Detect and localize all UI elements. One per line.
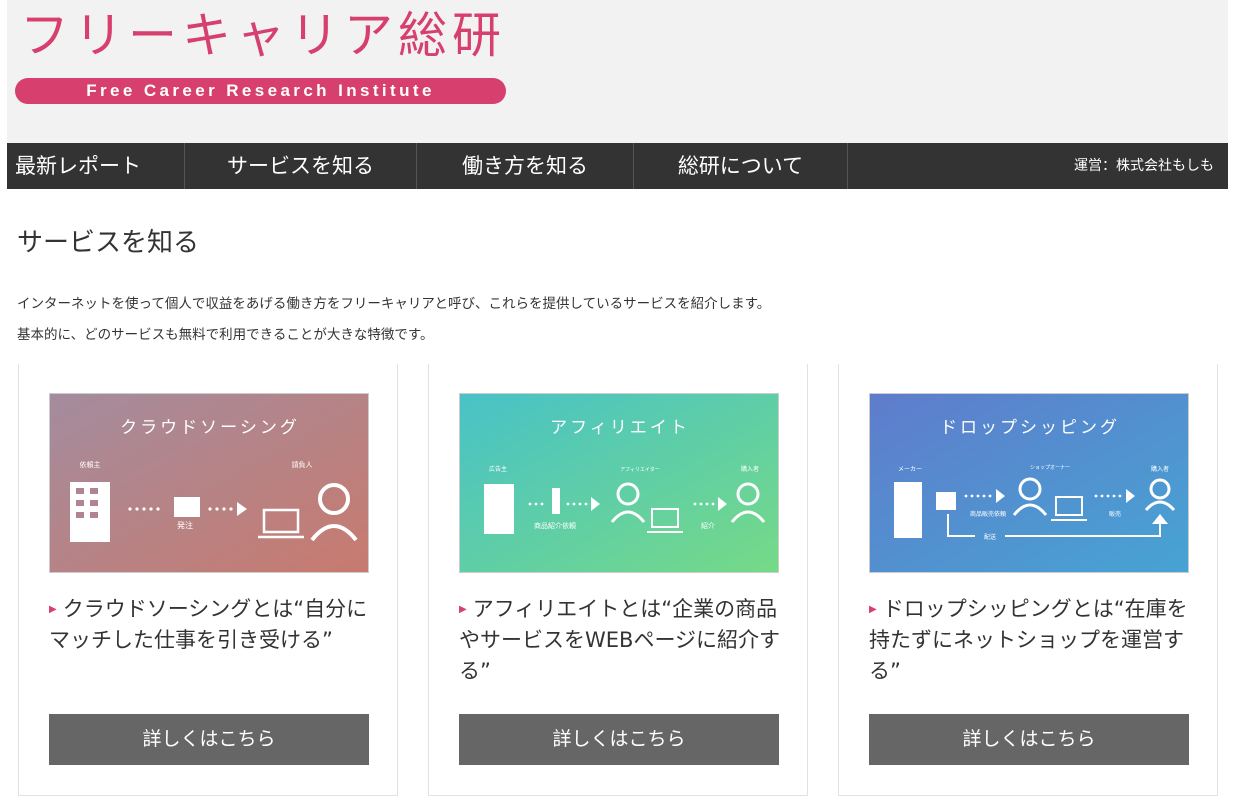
- triangle-marker-icon: ▶: [459, 604, 467, 615]
- triangle-marker-icon: ▶: [869, 604, 877, 615]
- image-label: ショップオーナー: [1030, 465, 1070, 471]
- card-description[interactable]: ▶ クラウドソーシングとは“自分にマッチした仕事を引き受ける”: [49, 594, 379, 656]
- details-button[interactable]: 詳しくはこちら: [869, 714, 1189, 765]
- image-label: 紹介: [701, 521, 715, 530]
- intro-line: インターネットを使って個人で収益をあげる働き方をフリーキャリアと呼び、これらを提…: [17, 296, 771, 312]
- details-button[interactable]: 詳しくはこちら: [49, 714, 369, 765]
- image-label: 請負人: [292, 460, 313, 469]
- affiliate-diagram: アフィリエイト 広告主 商品紹介依頼 アフィリエイター 紹介 購入者: [460, 394, 778, 572]
- image-title: クラウドソーシング: [120, 418, 300, 438]
- image-label: 配送: [984, 533, 996, 541]
- image-label: 依頼主: [80, 460, 101, 469]
- service-card-crowdsourcing: クラウドソーシング 依頼主 発注 請負人 ▶ クラウドソーシングとは“自分にマッ…: [18, 364, 398, 796]
- nav-item-services[interactable]: サービスを知る: [185, 143, 417, 189]
- site-logo-subtitle[interactable]: Free Career Research Institute: [15, 78, 506, 104]
- card-description-text: クラウドソーシングとは“自分にマッチした仕事を引き受ける”: [49, 597, 368, 652]
- nav-item-about[interactable]: 総研について: [634, 143, 848, 189]
- intro-text: インターネットを使って個人で収益をあげる働き方をフリーキャリアと呼び、これらを提…: [17, 289, 770, 351]
- affiliate-image[interactable]: アフィリエイト 広告主 商品紹介依頼 アフィリエイター 紹介 購入者: [459, 393, 779, 573]
- card-description[interactable]: ▶ ドロップシッピングとは“在庫を持たずにネットショップを運営する”: [869, 594, 1199, 687]
- image-label: 広告主: [489, 465, 507, 473]
- card-description-text: アフィリエイトとは“企業の商品やサービスをWEBページに紹介する”: [459, 597, 781, 683]
- triangle-marker-icon: ▶: [49, 604, 57, 615]
- crowdsourcing-image[interactable]: クラウドソーシング 依頼主 発注 請負人: [49, 393, 369, 573]
- nav-item-work-styles[interactable]: 働き方を知る: [417, 143, 634, 189]
- card-description[interactable]: ▶ アフィリエイトとは“企業の商品やサービスをWEBページに紹介する”: [459, 594, 789, 687]
- image-label: 購入者: [741, 465, 759, 473]
- image-label: メーカー: [898, 466, 922, 473]
- page-title: サービスを知る: [17, 228, 200, 258]
- dropshipping-image[interactable]: ドロップシッピング メーカー 商品販売依頼 ショップオーナー 販売 購入者 配送: [869, 393, 1189, 573]
- building-icon: [70, 482, 110, 542]
- image-label: 商品紹介依頼: [534, 521, 576, 530]
- image-label: アフィリエイター: [620, 466, 660, 473]
- image-title: アフィリエイト: [550, 418, 690, 438]
- global-nav: 最新レポート サービスを知る 働き方を知る 総研について 運営：株式会社もしも: [7, 143, 1228, 189]
- nav-item-latest-report[interactable]: 最新レポート: [7, 143, 185, 189]
- image-title: ドロップシッピング: [940, 418, 1120, 438]
- building-icon: [894, 482, 922, 538]
- service-card-affiliate: アフィリエイト 広告主 商品紹介依頼 アフィリエイター 紹介 購入者 ▶ アフィ…: [428, 364, 808, 796]
- crowdsourcing-diagram: クラウドソーシング 依頼主 発注 請負人: [50, 394, 368, 572]
- box-icon: [936, 492, 956, 510]
- site-logo-title[interactable]: フリーキャリア総研: [20, 4, 506, 68]
- site-header: フリーキャリア総研 Free Career Research Institute: [7, 0, 1228, 143]
- image-label: 商品販売依頼: [970, 510, 1006, 518]
- dropshipping-diagram: ドロップシッピング メーカー 商品販売依頼 ショップオーナー 販売 購入者 配送: [870, 394, 1188, 572]
- details-button[interactable]: 詳しくはこちら: [459, 714, 779, 765]
- image-label: 販売: [1109, 510, 1121, 518]
- image-label: 発注: [177, 520, 193, 530]
- building-icon: [484, 484, 514, 534]
- image-label: 購入者: [1151, 465, 1169, 473]
- intro-line: 基本的に、どのサービスも無料で利用できることが大きな特徴です。: [17, 327, 434, 343]
- service-card-dropshipping: ドロップシッピング メーカー 商品販売依頼 ショップオーナー 販売 購入者 配送: [838, 364, 1218, 796]
- operator-text: 運営：株式会社もしも: [1074, 158, 1214, 174]
- card-description-text: ドロップシッピングとは“在庫を持たずにネットショップを運営する”: [869, 597, 1188, 683]
